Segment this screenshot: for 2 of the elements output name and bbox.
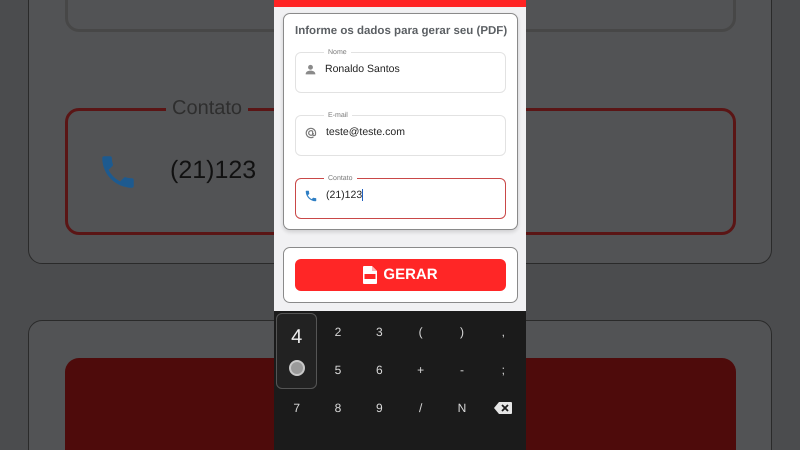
form-title: Informe os dados para gerar seu (PDF) xyxy=(295,24,506,39)
backdrop-field-value: (21)123 xyxy=(170,158,256,183)
